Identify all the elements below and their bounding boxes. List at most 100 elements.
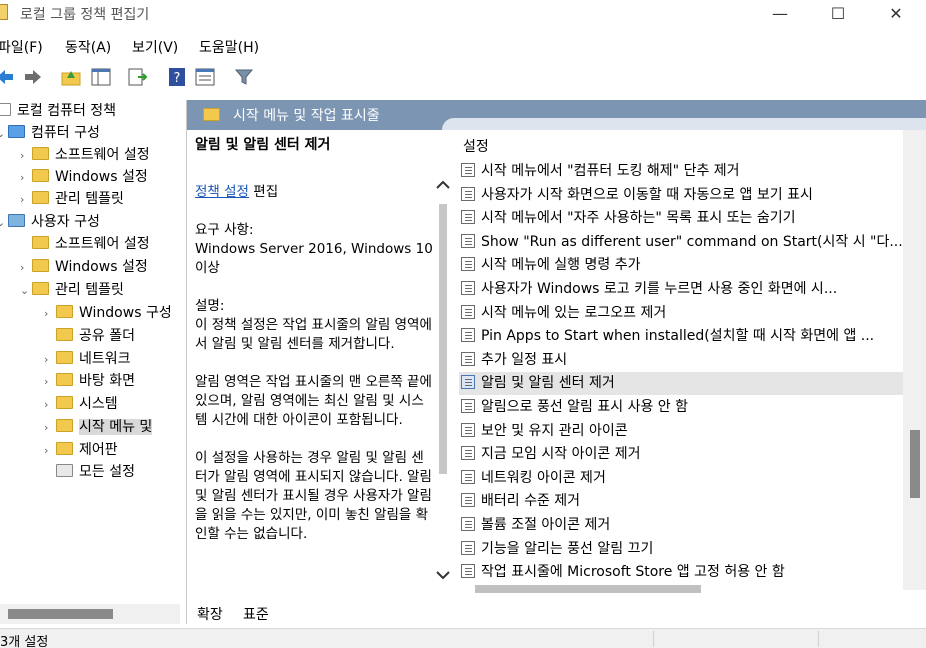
setting-row[interactable]: 시작 메뉴에 실행 명령 추가	[459, 254, 905, 277]
chevron-down-icon[interactable]: ⌄	[0, 212, 8, 234]
description-paragraph-1: 이 정책 설정은 작업 표시줄의 알림 영역에서 알림 및 알림 센터를 제거합…	[195, 317, 432, 352]
setting-row[interactable]: 배터리 수준 제거	[459, 490, 905, 513]
tree-horizontal-scrollbar[interactable]	[0, 604, 180, 624]
scroll-thumb[interactable]	[8, 609, 113, 619]
chevron-right-icon[interactable]: ›	[20, 167, 32, 189]
setting-row[interactable]: 알림으로 풍선 알림 표시 사용 안 함	[459, 396, 905, 419]
properties-view-icon[interactable]	[194, 66, 216, 88]
setting-row[interactable]: 볼륨 조절 아이콘 제거	[459, 514, 905, 537]
chevron-right-icon[interactable]: ›	[20, 145, 32, 167]
tree-cc-software[interactable]: › 소프트웨어 설정	[20, 144, 150, 166]
menu-help[interactable]: 도움말(H)	[199, 37, 259, 57]
tree-all-settings[interactable]: 모든 설정	[44, 461, 135, 483]
settings-column-header[interactable]: 설정	[463, 136, 489, 156]
tree-root[interactable]: 로컬 컴퓨터 정책	[0, 100, 116, 122]
tree-uc-admin[interactable]: ⌄ 관리 템플릿	[20, 279, 124, 301]
policy-tree: 로컬 컴퓨터 정책 ⌄ 컴퓨터 구성 › 소프트웨어 설정 › Windows 설정 …	[0, 98, 180, 624]
setting-label: Pin Apps to Start when installed(설치할 때 시…	[481, 328, 875, 345]
setting-label: 기능을 알리는 풍선 알림 끄기	[481, 540, 654, 557]
setting-row[interactable]: 시작 메뉴에서 "자주 사용하는" 목록 표시 또는 숨기기	[459, 207, 905, 230]
tree-control-panel[interactable]: › 제어판	[44, 439, 118, 461]
chevron-up-icon[interactable]	[433, 178, 453, 192]
setting-row[interactable]: 보안 및 유지 관리 아이콘	[459, 420, 905, 443]
details-header: 시작 메뉴 및 작업 표시줄	[187, 100, 926, 130]
tree-start-menu[interactable]: › 시작 메뉴 및	[44, 416, 153, 439]
tree-uc-windows[interactable]: › Windows 설정	[20, 256, 148, 278]
edit-policy-link[interactable]: 정책 설정	[195, 184, 249, 200]
window-title: 로컬 그룹 정책 편집기	[20, 7, 150, 23]
tab-standard[interactable]: 표준	[243, 604, 269, 624]
menu-file[interactable]: 파일(F)	[0, 37, 43, 57]
chevron-right-icon[interactable]: ›	[44, 371, 56, 393]
tree-windows-components[interactable]: › Windows 구성	[44, 302, 172, 324]
settings-vertical-scrollbar[interactable]	[903, 130, 926, 590]
tree-uc-software[interactable]: 소프트웨어 설정	[20, 233, 150, 255]
setting-row[interactable]: Pin Apps to Start when installed(설치할 때 시…	[459, 325, 905, 348]
chevron-right-icon[interactable]: ›	[20, 189, 32, 211]
tree-desktop[interactable]: › 바탕 화면	[44, 370, 135, 392]
chevron-right-icon[interactable]: ›	[20, 257, 32, 279]
minimize-button[interactable]: —	[757, 0, 803, 28]
setting-row[interactable]: 시작 메뉴에서 "컴퓨터 도킹 해제" 단추 제거	[459, 160, 905, 183]
requirements-label: 요구 사항:	[195, 222, 254, 238]
setting-row[interactable]: 사용자가 Windows 로고 키를 누르면 사용 중인 화면에 시...	[459, 278, 905, 301]
filter-icon[interactable]	[233, 66, 255, 88]
folder-icon	[32, 236, 49, 249]
tree-cc-windows[interactable]: › Windows 설정	[20, 166, 148, 188]
back-arrow-icon[interactable]	[0, 66, 16, 88]
setting-row[interactable]: 알림 및 알림 센터 제거	[459, 372, 905, 396]
setting-label: 시작 메뉴에 실행 명령 추가	[481, 257, 641, 274]
policy-title: 알림 및 알림 센터 제거	[195, 137, 331, 153]
edit-policy-line: 정책 설정 편집	[195, 184, 279, 200]
menu-action[interactable]: 동작(A)	[65, 37, 111, 57]
settings-horizontal-scrollbar[interactable]	[459, 582, 903, 596]
description-paragraph-2: 알림 영역은 작업 표시줄의 맨 오른쪽 끝에 있으며, 알림 영역에는 최신 …	[195, 374, 432, 428]
description-scrollbar[interactable]	[433, 176, 453, 586]
show-hide-tree-icon[interactable]	[90, 66, 112, 88]
setting-row[interactable]: Show "Run as different user" command on …	[459, 231, 905, 254]
policy-editor-icon	[0, 4, 8, 20]
chevron-right-icon[interactable]: ›	[44, 417, 56, 439]
status-bar: 3개 설정	[0, 628, 926, 648]
up-folder-icon[interactable]	[60, 66, 82, 88]
setting-row[interactable]: 작업 표시줄에 Microsoft Store 앱 고정 허용 안 함	[459, 561, 905, 578]
scroll-thumb[interactable]	[439, 204, 447, 474]
scroll-thumb[interactable]	[910, 430, 920, 498]
chevron-down-icon[interactable]: ⌄	[0, 123, 8, 145]
chevron-down-icon[interactable]: ⌄	[20, 280, 32, 302]
help-icon[interactable]: ?	[166, 66, 188, 88]
setting-row[interactable]: 네트워킹 아이콘 제거	[459, 467, 905, 490]
tab-extended[interactable]: 확장	[197, 604, 223, 624]
chevron-down-icon[interactable]	[433, 568, 453, 582]
chevron-right-icon[interactable]: ›	[44, 440, 56, 462]
setting-row[interactable]: 추가 일정 표시	[459, 349, 905, 372]
scroll-thumb[interactable]	[475, 585, 701, 593]
chevron-right-icon[interactable]: ›	[44, 303, 56, 325]
title-bar: 로컬 그룹 정책 편집기 — ☐ ✕	[0, 0, 926, 28]
tree-cc-admin[interactable]: › 관리 템플릿	[20, 188, 124, 210]
setting-row[interactable]: 시작 메뉴에 있는 로그오프 제거	[459, 302, 905, 325]
view-tabs: 확장 표준	[187, 602, 926, 624]
chevron-right-icon[interactable]: ›	[44, 394, 56, 416]
policy-setting-icon	[461, 210, 475, 225]
folder-icon	[32, 259, 49, 272]
maximize-button[interactable]: ☐	[815, 0, 861, 28]
setting-row[interactable]: 기능을 알리는 풍선 알림 끄기	[459, 538, 905, 561]
policy-doc-icon	[0, 103, 11, 116]
setting-row[interactable]: 지금 모임 시작 아이콘 제거	[459, 443, 905, 466]
folder-icon	[56, 351, 73, 364]
close-button[interactable]: ✕	[873, 0, 919, 28]
setting-row[interactable]: 사용자가 시작 화면으로 이동할 때 자동으로 앱 보기 표시	[459, 184, 905, 207]
tree-user-config[interactable]: ⌄ 사용자 구성	[0, 211, 100, 233]
tree-shared-folders[interactable]: 공유 폴더	[44, 325, 135, 347]
menu-view[interactable]: 보기(V)	[132, 37, 178, 57]
forward-arrow-icon[interactable]	[22, 66, 44, 88]
setting-label: 작업 표시줄에 Microsoft Store 앱 고정 허용 안 함	[481, 564, 785, 578]
tree-computer-config[interactable]: ⌄ 컴퓨터 구성	[0, 122, 100, 144]
chevron-right-icon[interactable]: ›	[44, 349, 56, 371]
tree-system[interactable]: › 시스템	[44, 393, 118, 415]
tree-network[interactable]: › 네트워크	[44, 348, 131, 370]
folder-icon	[203, 108, 220, 121]
computer-icon	[8, 125, 25, 138]
export-list-icon[interactable]	[126, 66, 148, 88]
